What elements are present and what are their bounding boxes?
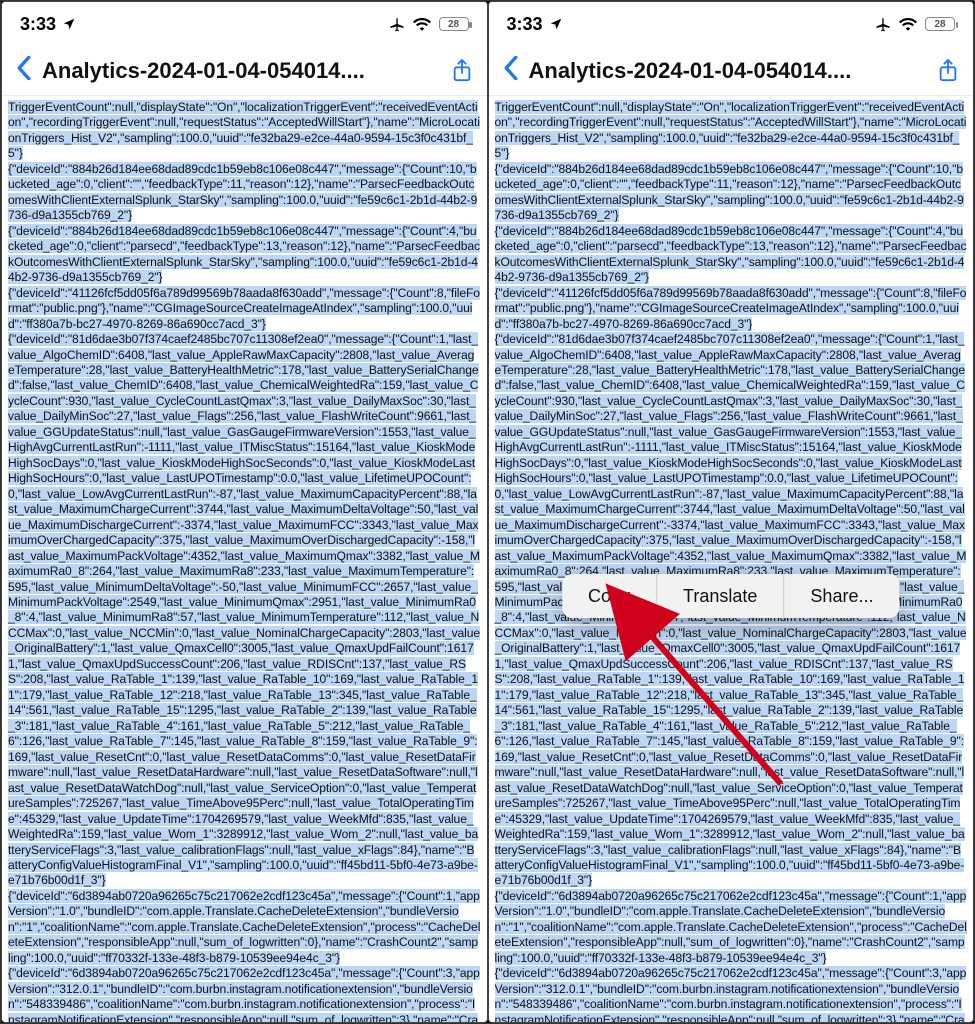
log-line: {"deviceId":"6d3894ab0720a96265c75c21706… bbox=[8, 966, 481, 1023]
back-chevron-icon[interactable] bbox=[499, 56, 523, 85]
location-icon bbox=[549, 17, 563, 31]
log-text-area[interactable]: TriggerEventCount":null,"displayState":"… bbox=[489, 96, 974, 1022]
log-line: {"deviceId":"6d3894ab0720a96265c75c21706… bbox=[495, 889, 968, 966]
log-line: {"deviceId":"884b26d184ee68dad89cdc1b59e… bbox=[495, 162, 968, 224]
log-line: {"deviceId":"884b26d184ee68dad89cdc1b59e… bbox=[8, 224, 481, 286]
wifi-icon bbox=[899, 17, 917, 31]
translate-menu-item[interactable]: Translate bbox=[657, 574, 784, 618]
status-bar: 3:33 28 bbox=[489, 2, 974, 46]
nav-bar: Analytics-2024-01-04-054014.... bbox=[489, 46, 974, 96]
log-line: {"deviceId":"6d3894ab0720a96265c75c21706… bbox=[495, 966, 968, 1023]
airplane-mode-icon bbox=[875, 16, 891, 32]
log-line: {"deviceId":"6d3894ab0720a96265c75c21706… bbox=[8, 889, 481, 966]
phone-left: 3:33 28 Analytics-2024-01-04-054014.... bbox=[1, 1, 488, 1023]
status-bar: 3:33 28 bbox=[2, 2, 487, 46]
nav-bar: Analytics-2024-01-04-054014.... bbox=[2, 46, 487, 96]
page-title: Analytics-2024-01-04-054014.... bbox=[529, 58, 928, 84]
log-line: {"deviceId":"41126fcf5dd05f6a789d99569b7… bbox=[8, 286, 481, 332]
airplane-mode-icon bbox=[389, 16, 405, 32]
phone-right: 3:33 28 Analytics-2024-01-04-054014.... bbox=[488, 1, 975, 1023]
status-time: 3:33 bbox=[20, 14, 56, 35]
wifi-icon bbox=[413, 17, 431, 31]
back-chevron-icon[interactable] bbox=[12, 56, 36, 85]
log-line: {"deviceId":"884b26d184ee68dad89cdc1b59e… bbox=[495, 224, 968, 286]
log-line: {"deviceId":"884b26d184ee68dad89cdc1b59e… bbox=[8, 162, 481, 224]
share-icon[interactable] bbox=[933, 56, 963, 86]
text-selection-popup: Copy Translate Share... bbox=[562, 574, 899, 618]
copy-menu-item[interactable]: Copy bbox=[562, 574, 657, 618]
share-icon[interactable] bbox=[447, 56, 477, 86]
share-menu-item[interactable]: Share... bbox=[784, 574, 899, 618]
log-line: {"deviceId":"41126fcf5dd05f6a789d99569b7… bbox=[495, 286, 968, 332]
battery-icon: 28 bbox=[925, 17, 955, 31]
location-icon bbox=[62, 17, 76, 31]
log-line: {"deviceId":"81d6dae3b07f374caef2485bc70… bbox=[8, 332, 481, 889]
page-title: Analytics-2024-01-04-054014.... bbox=[42, 58, 441, 84]
log-text-area[interactable]: TriggerEventCount":null,"displayState":"… bbox=[2, 96, 487, 1022]
status-time: 3:33 bbox=[507, 14, 543, 35]
battery-icon: 28 bbox=[439, 17, 469, 31]
log-line: TriggerEventCount":null,"displayState":"… bbox=[495, 100, 968, 162]
log-line: TriggerEventCount":null,"displayState":"… bbox=[8, 100, 481, 162]
